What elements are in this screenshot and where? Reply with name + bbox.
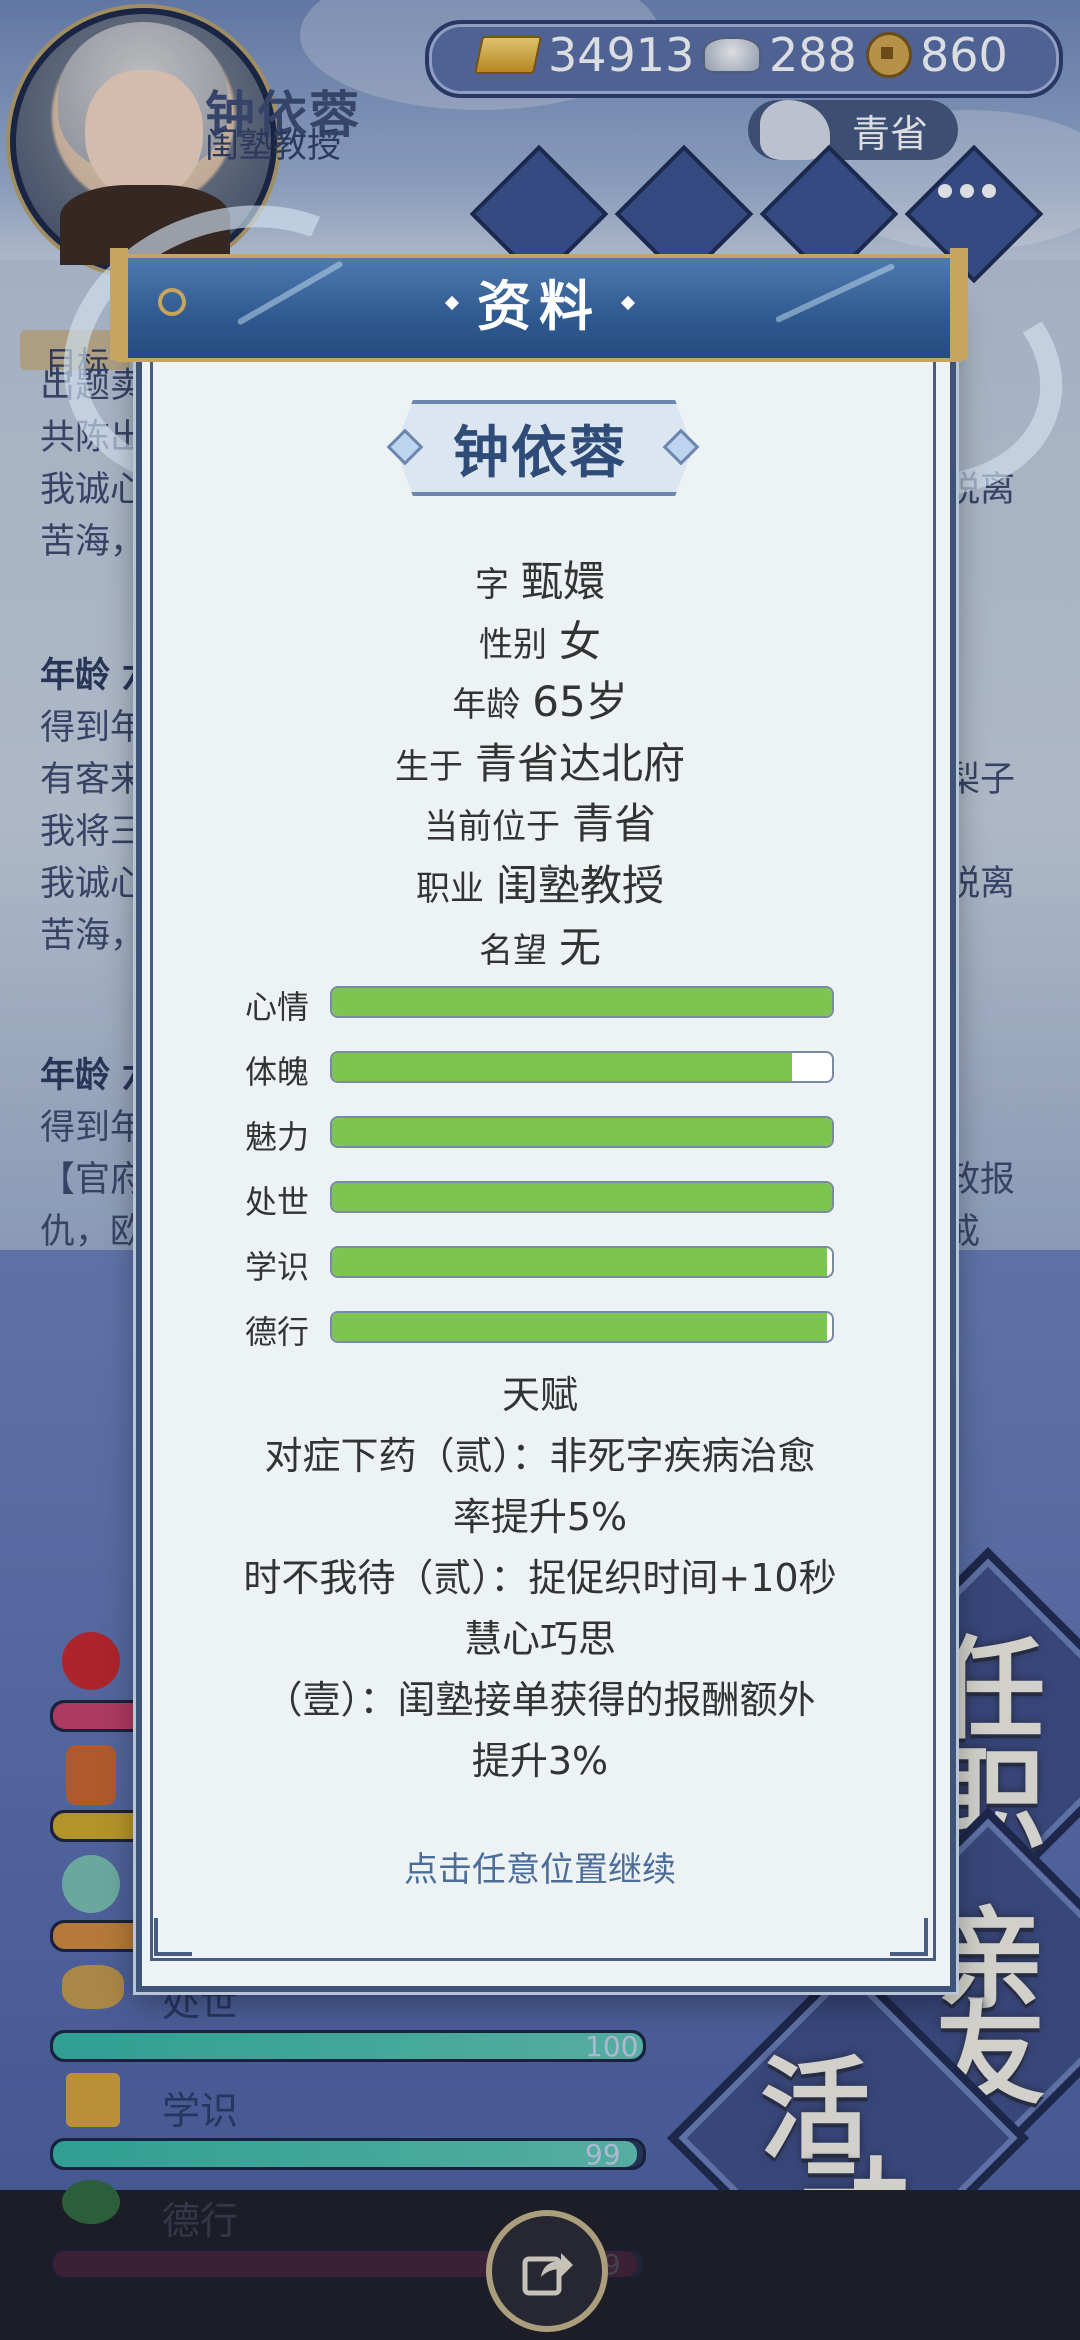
stat-label: 魅力 bbox=[245, 1118, 310, 1156]
talent-line: 慧心巧思 bbox=[463, 1617, 616, 1661]
talent-line: 时不我待（贰）：捉促织时间+10秒 bbox=[243, 1556, 837, 1600]
talent-line: 率提升5% bbox=[452, 1495, 628, 1539]
info-birthplace: 生于 青省达北府 bbox=[136, 730, 944, 791]
stat-bar-conduct bbox=[330, 1181, 834, 1213]
stat-fill bbox=[332, 1313, 827, 1341]
info-age: 年龄 65岁 bbox=[136, 668, 944, 729]
info-value: 甄嬛 bbox=[520, 557, 605, 606]
info-value: 女 bbox=[558, 617, 601, 666]
stat-bar-physique bbox=[330, 1051, 834, 1083]
stat-bar-mood bbox=[330, 986, 834, 1018]
info-key: 性别 bbox=[478, 625, 547, 665]
continue-hint[interactable]: 点击任意位置继续 bbox=[136, 1842, 944, 1891]
info-value: 青省 bbox=[571, 799, 656, 848]
info-location: 当前位于 青省 bbox=[136, 790, 944, 851]
info-occupation: 职业 闺塾教授 bbox=[136, 852, 944, 913]
info-reputation: 名望无 bbox=[136, 914, 944, 975]
frame-corner bbox=[154, 1918, 192, 1956]
info-value: 闺塾教授 bbox=[495, 861, 664, 910]
modal-title: 资料 bbox=[477, 275, 601, 338]
info-value: 65岁 bbox=[532, 677, 628, 726]
info-key: 职业 bbox=[415, 869, 484, 909]
info-value: 青省达北府 bbox=[474, 739, 685, 788]
stat-bar-charm bbox=[330, 1116, 834, 1148]
stat-label: 学识 bbox=[245, 1248, 310, 1286]
stat-label: 体魄 bbox=[245, 1053, 310, 1091]
talent-heading: 天赋 bbox=[501, 1373, 578, 1417]
stat-fill bbox=[332, 1053, 792, 1081]
stat-label: 心情 bbox=[245, 988, 310, 1026]
stat-bar-knowledge bbox=[330, 1246, 834, 1278]
talent-line: 提升3% bbox=[471, 1739, 609, 1783]
stat-bar-virtue bbox=[330, 1311, 834, 1343]
info-key: 名望 bbox=[478, 931, 547, 971]
info-courtesy-name: 字甄嬛 bbox=[136, 548, 944, 609]
stat-label: 处世 bbox=[245, 1183, 310, 1221]
character-name: 钟依蓉 bbox=[453, 421, 627, 486]
stat-fill bbox=[332, 1248, 827, 1276]
info-key: 当前位于 bbox=[423, 807, 560, 847]
info-gender: 性别女 bbox=[136, 608, 944, 669]
stat-label: 德行 bbox=[245, 1313, 310, 1351]
info-key: 生于 bbox=[394, 747, 463, 787]
stat-fill bbox=[332, 988, 832, 1016]
info-value: 无 bbox=[558, 923, 601, 972]
stat-fill bbox=[332, 1183, 832, 1211]
info-key: 字 bbox=[474, 565, 509, 605]
frame-corner bbox=[890, 1918, 928, 1956]
talent-line: （壹）：闺塾接单获得的报酬额外 bbox=[264, 1678, 816, 1722]
info-key: 年龄 bbox=[452, 685, 521, 725]
stat-fill bbox=[332, 1118, 832, 1146]
talent-line: 对症下药（贰）：非死字疾病治愈 bbox=[264, 1434, 816, 1478]
